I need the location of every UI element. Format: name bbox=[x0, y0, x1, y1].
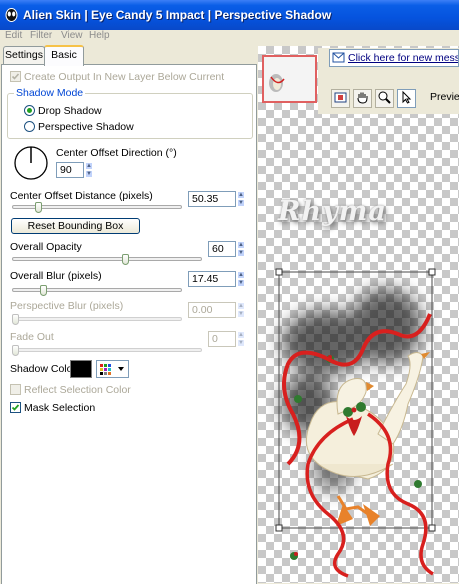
bbox-handle-icon bbox=[275, 524, 283, 532]
chevron-down-icon bbox=[118, 367, 124, 371]
perspective-blur-label: Perspective Blur (pixels) bbox=[10, 300, 124, 312]
create-output-label: Create Output In New Layer Below Current bbox=[24, 71, 225, 83]
pointer-icon bbox=[402, 90, 412, 104]
direction-dial[interactable] bbox=[13, 145, 49, 181]
tab-basic[interactable]: Basic bbox=[44, 45, 84, 66]
fade-out-label: Fade Out bbox=[10, 331, 54, 343]
menu-view[interactable]: View bbox=[61, 30, 83, 41]
reflect-selection-checkbox[interactable] bbox=[10, 384, 21, 395]
hand-tool-button[interactable] bbox=[353, 89, 372, 108]
blur-slider-track[interactable] bbox=[12, 288, 182, 292]
menu-help[interactable]: Help bbox=[89, 30, 110, 41]
distance-label: Center Offset Distance (pixels) bbox=[10, 190, 153, 202]
navigator-tool-button[interactable] bbox=[331, 89, 350, 108]
navigator-icon bbox=[334, 92, 347, 103]
perspective-blur-spinner[interactable]: ▲ ▼ bbox=[237, 302, 245, 318]
distance-slider-thumb[interactable] bbox=[35, 202, 42, 213]
shadow-mode-legend: Shadow Mode bbox=[14, 87, 86, 99]
window-title: Alien Skin | Eye Candy 5 Impact | Perspe… bbox=[23, 8, 332, 22]
basic-settings-panel bbox=[1, 64, 257, 584]
perspective-shadow-radio[interactable] bbox=[24, 121, 35, 132]
perspective-blur-slider-track[interactable] bbox=[12, 317, 182, 321]
bbox-handle-icon bbox=[275, 268, 283, 276]
blur-spinner[interactable]: ▲ ▼ bbox=[237, 271, 245, 287]
opacity-spinner[interactable]: ▲ ▼ bbox=[237, 241, 245, 257]
distance-input[interactable]: 50.35 bbox=[188, 191, 236, 207]
navigator-thumbnail[interactable] bbox=[262, 55, 317, 103]
color-palette-dropdown[interactable] bbox=[96, 360, 129, 378]
direction-spinner[interactable]: ▲ ▼ bbox=[85, 162, 93, 178]
swan-image[interactable] bbox=[258, 264, 459, 583]
checkmark-icon bbox=[11, 73, 20, 80]
message-icon bbox=[332, 52, 345, 63]
palette-grid-icon bbox=[100, 364, 124, 375]
pointer-tool-button[interactable] bbox=[397, 89, 416, 108]
alien-skin-logo-icon bbox=[5, 8, 18, 22]
blur-label: Overall Blur (pixels) bbox=[10, 270, 102, 282]
mask-selection-checkbox[interactable] bbox=[10, 402, 21, 413]
watermark-text: Rhyma bbox=[278, 196, 387, 227]
zoom-icon bbox=[378, 91, 391, 104]
shadow-color-label: Shadow Color bbox=[10, 363, 76, 375]
opacity-label: Overall Opacity bbox=[10, 241, 82, 253]
drop-shadow-radio[interactable] bbox=[24, 105, 35, 116]
radio-dot-icon bbox=[27, 108, 32, 113]
drop-shadow-label: Drop Shadow bbox=[38, 105, 102, 117]
menu-edit[interactable]: Edit bbox=[5, 30, 22, 41]
checkmark-icon bbox=[11, 404, 20, 411]
fade-out-spinner[interactable]: ▲ ▼ bbox=[237, 331, 245, 347]
shadow-color-swatch[interactable] bbox=[70, 360, 92, 378]
tab-settings[interactable]: Settings bbox=[3, 46, 45, 65]
mask-selection-label: Mask Selection bbox=[24, 402, 96, 414]
perspective-blur-input[interactable]: 0.00 bbox=[188, 302, 236, 318]
fade-out-slider-track[interactable] bbox=[12, 348, 202, 352]
reflect-selection-label: Reflect Selection Color bbox=[24, 384, 131, 396]
perspective-blur-slider-thumb[interactable] bbox=[12, 314, 19, 325]
opacity-slider-track[interactable] bbox=[12, 257, 202, 261]
thumbnail-image bbox=[264, 57, 315, 101]
title-bar: Alien Skin | Eye Candy 5 Impact | Perspe… bbox=[0, 0, 459, 30]
messages-link[interactable]: Click here for new messages bbox=[329, 49, 459, 67]
create-output-checkbox[interactable] bbox=[10, 71, 21, 82]
perspective-shadow-label: Perspective Shadow bbox=[38, 121, 134, 133]
direction-label: Center Offset Direction (°) bbox=[56, 147, 177, 159]
opacity-slider-thumb[interactable] bbox=[122, 254, 129, 265]
hand-icon bbox=[357, 92, 368, 104]
fade-out-slider-thumb[interactable] bbox=[12, 345, 19, 356]
bbox-handle-icon bbox=[428, 268, 436, 276]
blur-slider-thumb[interactable] bbox=[40, 285, 47, 296]
bbox-handle-icon bbox=[428, 524, 436, 532]
menu-filter[interactable]: Filter bbox=[30, 30, 52, 41]
distance-spinner[interactable]: ▲ ▼ bbox=[237, 191, 245, 207]
blur-input[interactable]: 17.45 bbox=[188, 271, 236, 287]
opacity-input[interactable]: 60 bbox=[208, 241, 236, 257]
zoom-tool-button[interactable] bbox=[375, 89, 394, 108]
preview-label: Preview bbox=[430, 91, 459, 103]
direction-input[interactable]: 90 bbox=[56, 162, 84, 178]
menu-bar: Edit Filter View Help bbox=[0, 30, 459, 45]
fade-out-input[interactable]: 0 bbox=[208, 331, 236, 347]
reset-bounding-box-button[interactable]: Reset Bounding Box bbox=[11, 218, 140, 234]
